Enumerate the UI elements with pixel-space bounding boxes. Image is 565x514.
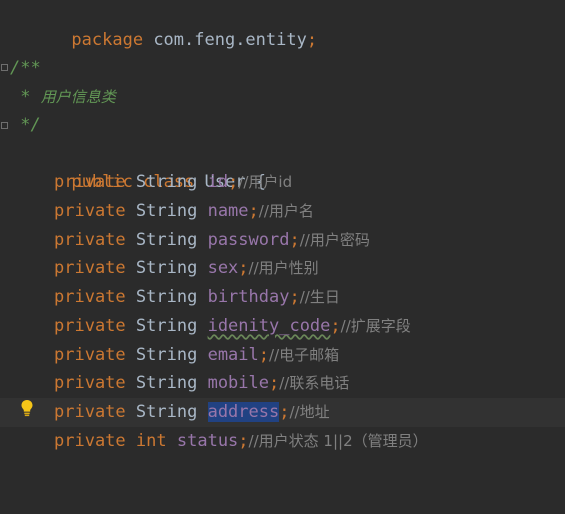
doc-comment-close[interactable]: */ — [0, 111, 565, 140]
field-line-mobile[interactable]: private String mobile;//联系电话 — [0, 369, 565, 398]
field-modifier: private — [54, 345, 126, 365]
field-type: String — [135, 402, 198, 422]
field-type: String — [135, 230, 198, 250]
field-name: password — [207, 230, 290, 250]
field-comment: //扩展字段 — [340, 317, 411, 335]
field-modifier: private — [54, 373, 126, 393]
doc-open-text: /** — [10, 58, 41, 78]
doc-comment-open[interactable]: /** — [0, 54, 565, 83]
field-modifier: private — [54, 431, 126, 451]
field-modifier: private — [54, 316, 126, 336]
field-line-status[interactable]: private int status;//用户状态 1||2（管理员） — [0, 427, 565, 456]
lightbulb-icon[interactable] — [20, 399, 34, 417]
doc-description: 用户信息类 — [40, 88, 116, 106]
field-line-sex[interactable]: private String sex;//用户性别 — [0, 254, 565, 283]
field-line-idenity-code[interactable]: private String idenity_code;//扩展字段 — [0, 312, 565, 341]
field-type: String — [135, 316, 198, 336]
field-type: String — [135, 201, 198, 221]
field-name: mobile — [207, 373, 269, 393]
field-line-password[interactable]: private String password;//用户密码 — [0, 226, 565, 255]
package-keyword: package — [71, 30, 144, 50]
doc-comment-body[interactable]: * 用户信息类 — [0, 83, 565, 112]
field-type-primitive: int — [135, 431, 167, 451]
field-line-name[interactable]: private String name;//用户名 — [0, 197, 565, 226]
field-type: String — [135, 373, 198, 393]
field-comment: //用户状态 1||2（管理员） — [248, 432, 428, 450]
field-name: birthday — [207, 287, 290, 307]
field-line-birthday[interactable]: private String birthday;//生日 — [0, 283, 565, 312]
field-modifier: private — [54, 201, 126, 221]
field-modifier: private — [54, 172, 126, 192]
field-line-id[interactable]: private String id;//用户id — [0, 168, 565, 197]
field-comment: //用户密码 — [299, 231, 370, 249]
field-name: sex — [207, 258, 239, 278]
field-type: String — [135, 172, 198, 192]
field-modifier: private — [54, 230, 126, 250]
field-type: String — [135, 258, 198, 278]
field-comment: //用户性别 — [248, 259, 319, 277]
field-line-address-current[interactable]: private String address;//地址 — [0, 398, 565, 427]
field-name: id — [207, 172, 229, 192]
field-comment: //地址 — [289, 403, 330, 421]
field-type: String — [135, 287, 198, 307]
field-comment: //电子邮箱 — [269, 346, 340, 364]
class-declaration[interactable]: public class User { — [0, 139, 565, 192]
field-modifier: private — [54, 258, 126, 278]
field-comment: //用户名 — [258, 202, 314, 220]
package-semicolon: ; — [306, 30, 318, 50]
field-modifier: private — [54, 287, 126, 307]
field-name: email — [207, 345, 259, 365]
package-line[interactable]: package com.feng.entity; — [0, 0, 565, 50]
field-type: String — [135, 345, 198, 365]
selected-field-name[interactable]: address — [207, 402, 280, 422]
field-comment: //用户id — [238, 173, 293, 191]
doc-star: * — [10, 87, 41, 107]
field-line-email[interactable]: private String email;//电子邮箱 — [0, 341, 565, 370]
field-name: name — [207, 201, 249, 221]
field-name-typo-warning[interactable]: idenity_code — [208, 316, 331, 336]
package-name: com.feng.entity — [143, 30, 307, 50]
field-name: status — [176, 431, 239, 451]
code-editor[interactable]: package com.feng.entity; /** * 用户信息类 */ … — [0, 0, 565, 462]
doc-close-text: */ — [10, 115, 41, 135]
field-comment: //联系电话 — [279, 374, 350, 392]
field-modifier: private — [54, 402, 126, 422]
field-comment: //生日 — [299, 288, 340, 306]
